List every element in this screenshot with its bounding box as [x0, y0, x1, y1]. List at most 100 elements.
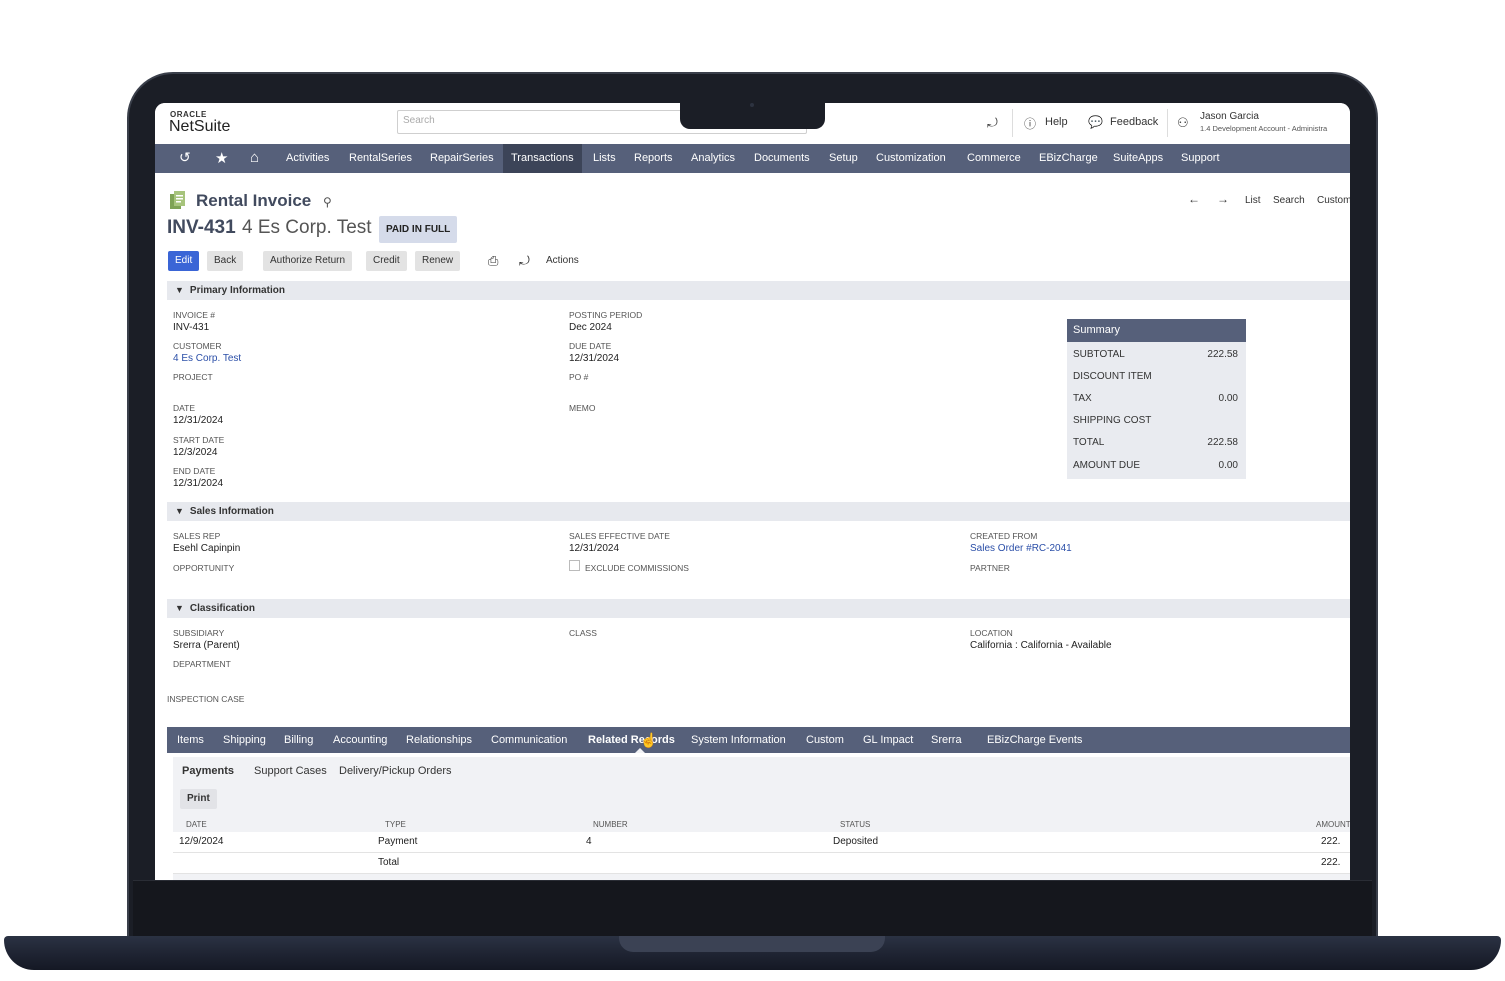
column-header-amount[interactable]: AMOUNT [1316, 820, 1350, 829]
row-number[interactable]: 4 [586, 836, 592, 847]
subtotal-value: 222.58 [1207, 349, 1238, 360]
tab-ebizcharge-events[interactable]: EBizCharge Events [987, 727, 1082, 753]
feedback-icon[interactable]: 💬 [1088, 115, 1103, 129]
nav-activities[interactable]: Activities [278, 144, 337, 173]
recent-records-icon[interactable]: ⤾ [987, 115, 998, 131]
nav-customization[interactable]: Customization [868, 144, 954, 173]
table-row[interactable]: 12/9/2024 Payment 4 Deposited 222. [173, 832, 1350, 853]
nav-lists[interactable]: Lists [585, 144, 624, 173]
classification-header[interactable]: ▼ Classification [167, 599, 1350, 618]
favorites-star-icon[interactable]: ★ [215, 149, 228, 167]
authorize-return-button[interactable]: Authorize Return [263, 251, 353, 271]
po-label: PO # [569, 372, 589, 382]
date-label: DATE [173, 403, 196, 413]
tab-accounting[interactable]: Accounting [333, 727, 387, 753]
netsuite-logo[interactable]: NetSuite [169, 118, 230, 136]
tab-items[interactable]: Items [177, 727, 204, 753]
user-role[interactable]: 1.4 Development Account - Administra [1200, 124, 1327, 133]
invoice-icon [170, 191, 185, 209]
user-name[interactable]: Jason Garcia [1200, 111, 1259, 122]
recent-icon[interactable]: ↺ [179, 149, 191, 166]
column-header-number[interactable]: NUMBER [593, 820, 628, 829]
nav-rentalseries[interactable]: RentalSeries [341, 144, 420, 173]
customize-link[interactable]: Custom [1317, 195, 1350, 206]
renew-button[interactable]: Renew [415, 251, 461, 271]
chevron-down-icon: ▼ [175, 285, 184, 295]
due-date-label: DUE DATE [569, 341, 612, 351]
feedback-link[interactable]: Feedback [1110, 116, 1158, 128]
column-header-type[interactable]: TYPE [385, 820, 406, 829]
tax-label: TAX [1073, 393, 1092, 404]
tab-system-information[interactable]: System Information [691, 727, 786, 753]
section-title: Classification [189, 603, 255, 614]
credit-button[interactable]: Credit [366, 251, 407, 271]
print-button[interactable]: Print [180, 789, 217, 809]
search-icon[interactable]: ⚲ [323, 195, 332, 209]
previous-record-icon[interactable]: ← [1188, 192, 1200, 206]
sales-rep-label: SALES REP [173, 531, 221, 541]
edit-button[interactable]: Edit [168, 251, 200, 271]
start-date-value: 12/3/2024 [173, 447, 218, 458]
nav-repairseries[interactable]: RepairSeries [422, 144, 502, 173]
record-name: 4 Es Corp. Test [242, 217, 372, 238]
subtab-bar: Items Shipping Billing Accounting Relati… [167, 727, 1350, 753]
help-icon[interactable]: ⓘ [1024, 115, 1036, 132]
nav-ebizcharge[interactable]: EBizCharge [1031, 144, 1106, 173]
tab-support-cases[interactable]: Support Cases [254, 765, 327, 777]
camera-icon [750, 103, 754, 107]
next-record-icon[interactable]: → [1217, 192, 1229, 206]
sales-information-header[interactable]: ▼ Sales Information [167, 502, 1350, 521]
table-total-row: Total 222. [173, 853, 1350, 874]
back-button[interactable]: Back [207, 251, 244, 271]
subtotal-label: SUBTOTAL [1073, 349, 1125, 360]
tab-related-records[interactable]: Related Records [588, 727, 675, 753]
nav-reports[interactable]: Reports [626, 144, 681, 173]
history-icon[interactable]: ⤾ [519, 253, 530, 269]
tab-relationships[interactable]: Relationships [406, 727, 472, 753]
sales-effective-date-label: SALES EFFECTIVE DATE [569, 531, 670, 541]
column-header-date[interactable]: DATE [186, 820, 207, 829]
amount-due-label: AMOUNT DUE [1073, 460, 1141, 471]
tab-billing[interactable]: Billing [284, 727, 313, 753]
search-link[interactable]: Search [1273, 195, 1305, 206]
end-date-label: END DATE [173, 466, 216, 476]
nav-commerce[interactable]: Commerce [959, 144, 1029, 173]
home-icon[interactable]: ⌂ [250, 149, 259, 166]
amount-due-value: 0.00 [1218, 460, 1238, 471]
print-icon[interactable]: ⎙ [488, 253, 498, 269]
nav-setup[interactable]: Setup [821, 144, 866, 173]
exclude-commissions-checkbox[interactable] [569, 560, 580, 571]
posting-period-value: Dec 2024 [569, 322, 612, 333]
chevron-down-icon: ▼ [175, 506, 184, 516]
nav-transactions[interactable]: Transactions [503, 144, 582, 173]
nav-analytics[interactable]: Analytics [683, 144, 743, 173]
tab-gl-impact[interactable]: GL Impact [863, 727, 913, 753]
primary-information-header[interactable]: ▼ Primary Information [167, 281, 1350, 300]
role-switch-icon[interactable]: ⚇ [1177, 115, 1189, 131]
status-badge: PAID IN FULL [379, 216, 458, 243]
list-link[interactable]: List [1245, 195, 1261, 206]
section-title: Sales Information [189, 506, 274, 517]
tab-delivery-pickup-orders[interactable]: Delivery/Pickup Orders [339, 765, 451, 777]
opportunity-label: OPPORTUNITY [173, 563, 235, 573]
shipping-row: SHIPPING COST [1073, 415, 1238, 429]
nav-support[interactable]: Support [1173, 144, 1228, 173]
created-from-link[interactable]: Sales Order #RC-2041 [970, 543, 1072, 554]
column-header-status[interactable]: STATUS [840, 820, 870, 829]
tab-srerra[interactable]: Srerra [931, 727, 962, 753]
tab-shipping[interactable]: Shipping [223, 727, 266, 753]
discount-row: DISCOUNT ITEM [1073, 371, 1238, 385]
subsidiary-label: SUBSIDIARY [173, 628, 225, 638]
help-link[interactable]: Help [1045, 116, 1068, 128]
tab-payments[interactable]: Payments [182, 765, 234, 777]
nav-suiteapps[interactable]: SuiteApps [1105, 144, 1171, 173]
due-date-value: 12/31/2024 [569, 353, 620, 364]
actions-menu[interactable]: Actions [546, 255, 579, 266]
tab-custom[interactable]: Custom [806, 727, 844, 753]
total-row: TOTAL 222.58 [1073, 437, 1238, 451]
tab-communication[interactable]: Communication [491, 727, 567, 753]
nav-documents[interactable]: Documents [746, 144, 818, 173]
laptop-bezel [133, 880, 1372, 936]
customer-link[interactable]: 4 Es Corp. Test [173, 353, 241, 364]
row-date[interactable]: 12/9/2024 [179, 836, 224, 847]
